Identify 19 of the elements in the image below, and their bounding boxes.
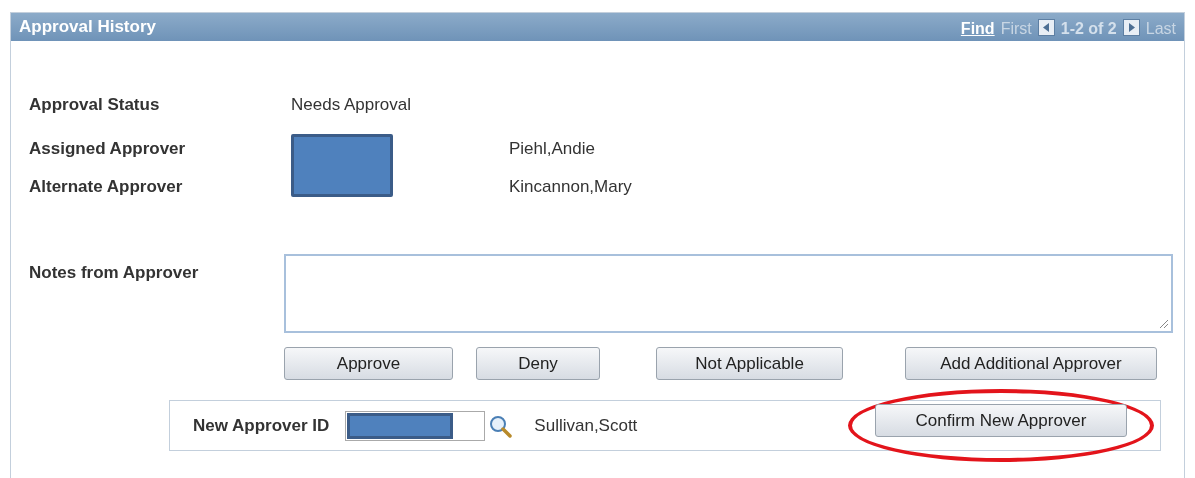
approver-id-input[interactable] [345,410,486,441]
search-icon[interactable] [488,413,513,438]
action-button[interactable]: Deny [476,347,600,380]
field-value: Needs Approval [291,94,412,117]
resize-grip-icon[interactable] [1159,319,1169,329]
approver-name: Kincannon,Mary [509,176,632,198]
field-label: Assigned Approver [29,138,187,160]
action-button[interactable]: Approve [284,347,453,380]
field-label: Notes from Approver [29,262,200,284]
approver-name: Sullivan,Scott [534,414,638,437]
approver-name: Piehl,Andie [509,138,596,160]
field-label: New Approver ID [193,414,330,437]
field-label: Alternate Approver [29,176,184,198]
row-counter: 1-2 of 2 [1060,19,1117,39]
action-button[interactable]: Not Applicable [656,347,843,380]
field-label: Approval Status [29,94,161,117]
confirm-new-approver-button[interactable]: Confirm New Approver [875,404,1127,437]
action-button[interactable]: Add Additional Approver [905,347,1157,380]
panel-title: Approval History [19,16,156,39]
